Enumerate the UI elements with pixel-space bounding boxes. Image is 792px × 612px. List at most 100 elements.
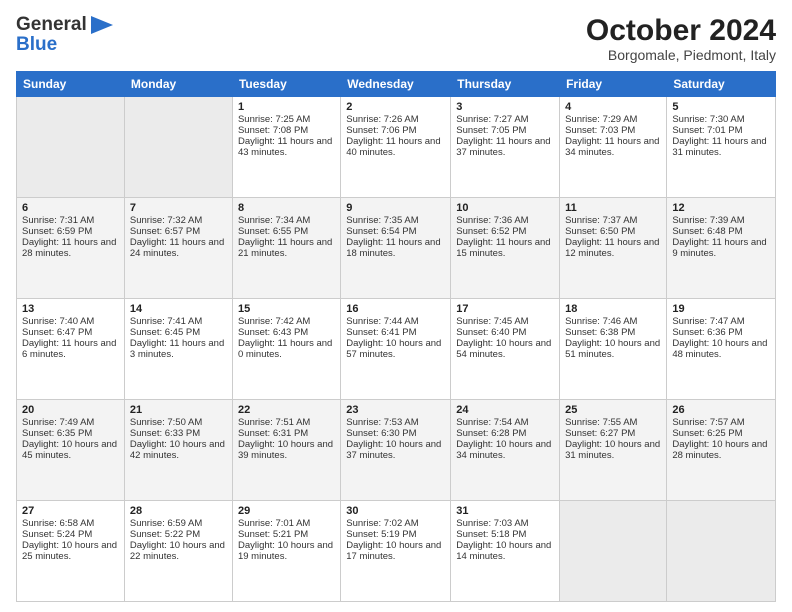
header: General Blue October 2024 Borgomale, Pie… — [16, 14, 776, 63]
sunset: Sunset: 7:06 PM — [346, 125, 416, 136]
daylight: Daylight: 11 hours and 18 minutes. — [346, 237, 440, 259]
logo: General Blue — [16, 14, 113, 56]
sunset: Sunset: 6:52 PM — [456, 226, 526, 237]
calendar-cell — [17, 97, 125, 198]
location: Borgomale, Piedmont, Italy — [586, 47, 776, 63]
header-row: Sunday Monday Tuesday Wednesday Thursday… — [17, 72, 776, 97]
day-number: 24 — [456, 404, 554, 416]
sunset: Sunset: 6:40 PM — [456, 327, 526, 338]
sunrise: Sunrise: 6:58 AM — [22, 518, 94, 529]
day-number: 26 — [672, 404, 770, 416]
month-title: October 2024 — [586, 14, 776, 47]
day-number: 28 — [130, 505, 227, 517]
calendar-cell: 7Sunrise: 7:32 AMSunset: 6:57 PMDaylight… — [124, 198, 232, 299]
sunrise: Sunrise: 7:54 AM — [456, 417, 528, 428]
sunset: Sunset: 6:33 PM — [130, 428, 200, 439]
calendar-cell: 13Sunrise: 7:40 AMSunset: 6:47 PMDayligh… — [17, 299, 125, 400]
sunset: Sunset: 5:18 PM — [456, 529, 526, 540]
calendar-cell: 22Sunrise: 7:51 AMSunset: 6:31 PMDayligh… — [232, 400, 340, 501]
day-number: 9 — [346, 202, 445, 214]
daylight: Daylight: 11 hours and 0 minutes. — [238, 338, 332, 360]
week-row-2: 6Sunrise: 7:31 AMSunset: 6:59 PMDaylight… — [17, 198, 776, 299]
day-number: 29 — [238, 505, 335, 517]
col-tuesday: Tuesday — [232, 72, 340, 97]
sunrise: Sunrise: 7:32 AM — [130, 215, 202, 226]
calendar-cell: 28Sunrise: 6:59 AMSunset: 5:22 PMDayligh… — [124, 501, 232, 602]
sunset: Sunset: 6:35 PM — [22, 428, 92, 439]
calendar-cell: 9Sunrise: 7:35 AMSunset: 6:54 PMDaylight… — [341, 198, 451, 299]
daylight: Daylight: 11 hours and 40 minutes. — [346, 136, 440, 158]
daylight: Daylight: 11 hours and 6 minutes. — [22, 338, 116, 360]
daylight: Daylight: 10 hours and 25 minutes. — [22, 540, 117, 562]
calendar-cell: 25Sunrise: 7:55 AMSunset: 6:27 PMDayligh… — [560, 400, 667, 501]
daylight: Daylight: 11 hours and 3 minutes. — [130, 338, 224, 360]
sunset: Sunset: 6:27 PM — [565, 428, 635, 439]
calendar-cell: 14Sunrise: 7:41 AMSunset: 6:45 PMDayligh… — [124, 299, 232, 400]
calendar-cell: 18Sunrise: 7:46 AMSunset: 6:38 PMDayligh… — [560, 299, 667, 400]
calendar-cell — [124, 97, 232, 198]
logo-arrow-icon — [91, 16, 113, 34]
calendar-cell: 21Sunrise: 7:50 AMSunset: 6:33 PMDayligh… — [124, 400, 232, 501]
sunrise: Sunrise: 6:59 AM — [130, 518, 202, 529]
sunrise: Sunrise: 7:40 AM — [22, 316, 94, 327]
daylight: Daylight: 11 hours and 9 minutes. — [672, 237, 766, 259]
sunrise: Sunrise: 7:47 AM — [672, 316, 744, 327]
sunset: Sunset: 5:19 PM — [346, 529, 416, 540]
sunrise: Sunrise: 7:41 AM — [130, 316, 202, 327]
sunset: Sunset: 7:01 PM — [672, 125, 742, 136]
week-row-1: 1Sunrise: 7:25 AMSunset: 7:08 PMDaylight… — [17, 97, 776, 198]
day-number: 27 — [22, 505, 119, 517]
calendar-cell: 10Sunrise: 7:36 AMSunset: 6:52 PMDayligh… — [451, 198, 560, 299]
sunset: Sunset: 6:36 PM — [672, 327, 742, 338]
sunset: Sunset: 6:41 PM — [346, 327, 416, 338]
day-number: 15 — [238, 303, 335, 315]
calendar-cell: 4Sunrise: 7:29 AMSunset: 7:03 PMDaylight… — [560, 97, 667, 198]
sunrise: Sunrise: 7:31 AM — [22, 215, 94, 226]
sunrise: Sunrise: 7:35 AM — [346, 215, 418, 226]
daylight: Daylight: 10 hours and 45 minutes. — [22, 439, 117, 461]
daylight: Daylight: 10 hours and 28 minutes. — [672, 439, 767, 461]
day-number: 23 — [346, 404, 445, 416]
daylight: Daylight: 11 hours and 31 minutes. — [672, 136, 766, 158]
day-number: 12 — [672, 202, 770, 214]
sunset: Sunset: 5:21 PM — [238, 529, 308, 540]
daylight: Daylight: 10 hours and 17 minutes. — [346, 540, 441, 562]
sunset: Sunset: 7:03 PM — [565, 125, 635, 136]
calendar-cell: 27Sunrise: 6:58 AMSunset: 5:24 PMDayligh… — [17, 501, 125, 602]
sunrise: Sunrise: 7:37 AM — [565, 215, 637, 226]
col-monday: Monday — [124, 72, 232, 97]
sunset: Sunset: 6:43 PM — [238, 327, 308, 338]
day-number: 21 — [130, 404, 227, 416]
calendar-cell — [560, 501, 667, 602]
sunrise: Sunrise: 7:03 AM — [456, 518, 528, 529]
week-row-3: 13Sunrise: 7:40 AMSunset: 6:47 PMDayligh… — [17, 299, 776, 400]
sunrise: Sunrise: 7:34 AM — [238, 215, 310, 226]
daylight: Daylight: 10 hours and 37 minutes. — [346, 439, 441, 461]
sunrise: Sunrise: 7:55 AM — [565, 417, 637, 428]
calendar-cell: 16Sunrise: 7:44 AMSunset: 6:41 PMDayligh… — [341, 299, 451, 400]
calendar-cell: 11Sunrise: 7:37 AMSunset: 6:50 PMDayligh… — [560, 198, 667, 299]
day-number: 6 — [22, 202, 119, 214]
sunset: Sunset: 7:08 PM — [238, 125, 308, 136]
sunset: Sunset: 6:31 PM — [238, 428, 308, 439]
calendar-cell: 15Sunrise: 7:42 AMSunset: 6:43 PMDayligh… — [232, 299, 340, 400]
daylight: Daylight: 11 hours and 37 minutes. — [456, 136, 550, 158]
sunrise: Sunrise: 7:25 AM — [238, 114, 310, 125]
daylight: Daylight: 11 hours and 28 minutes. — [22, 237, 116, 259]
day-number: 18 — [565, 303, 661, 315]
calendar-cell: 31Sunrise: 7:03 AMSunset: 5:18 PMDayligh… — [451, 501, 560, 602]
sunset: Sunset: 7:05 PM — [456, 125, 526, 136]
calendar-cell: 1Sunrise: 7:25 AMSunset: 7:08 PMDaylight… — [232, 97, 340, 198]
day-number: 13 — [22, 303, 119, 315]
daylight: Daylight: 11 hours and 43 minutes. — [238, 136, 332, 158]
calendar-cell: 5Sunrise: 7:30 AMSunset: 7:01 PMDaylight… — [667, 97, 776, 198]
day-number: 31 — [456, 505, 554, 517]
day-number: 4 — [565, 101, 661, 113]
sunrise: Sunrise: 7:27 AM — [456, 114, 528, 125]
calendar-cell — [667, 501, 776, 602]
sunrise: Sunrise: 7:53 AM — [346, 417, 418, 428]
daylight: Daylight: 10 hours and 48 minutes. — [672, 338, 767, 360]
daylight: Daylight: 10 hours and 57 minutes. — [346, 338, 441, 360]
logo-general: General — [16, 14, 87, 36]
daylight: Daylight: 10 hours and 39 minutes. — [238, 439, 333, 461]
